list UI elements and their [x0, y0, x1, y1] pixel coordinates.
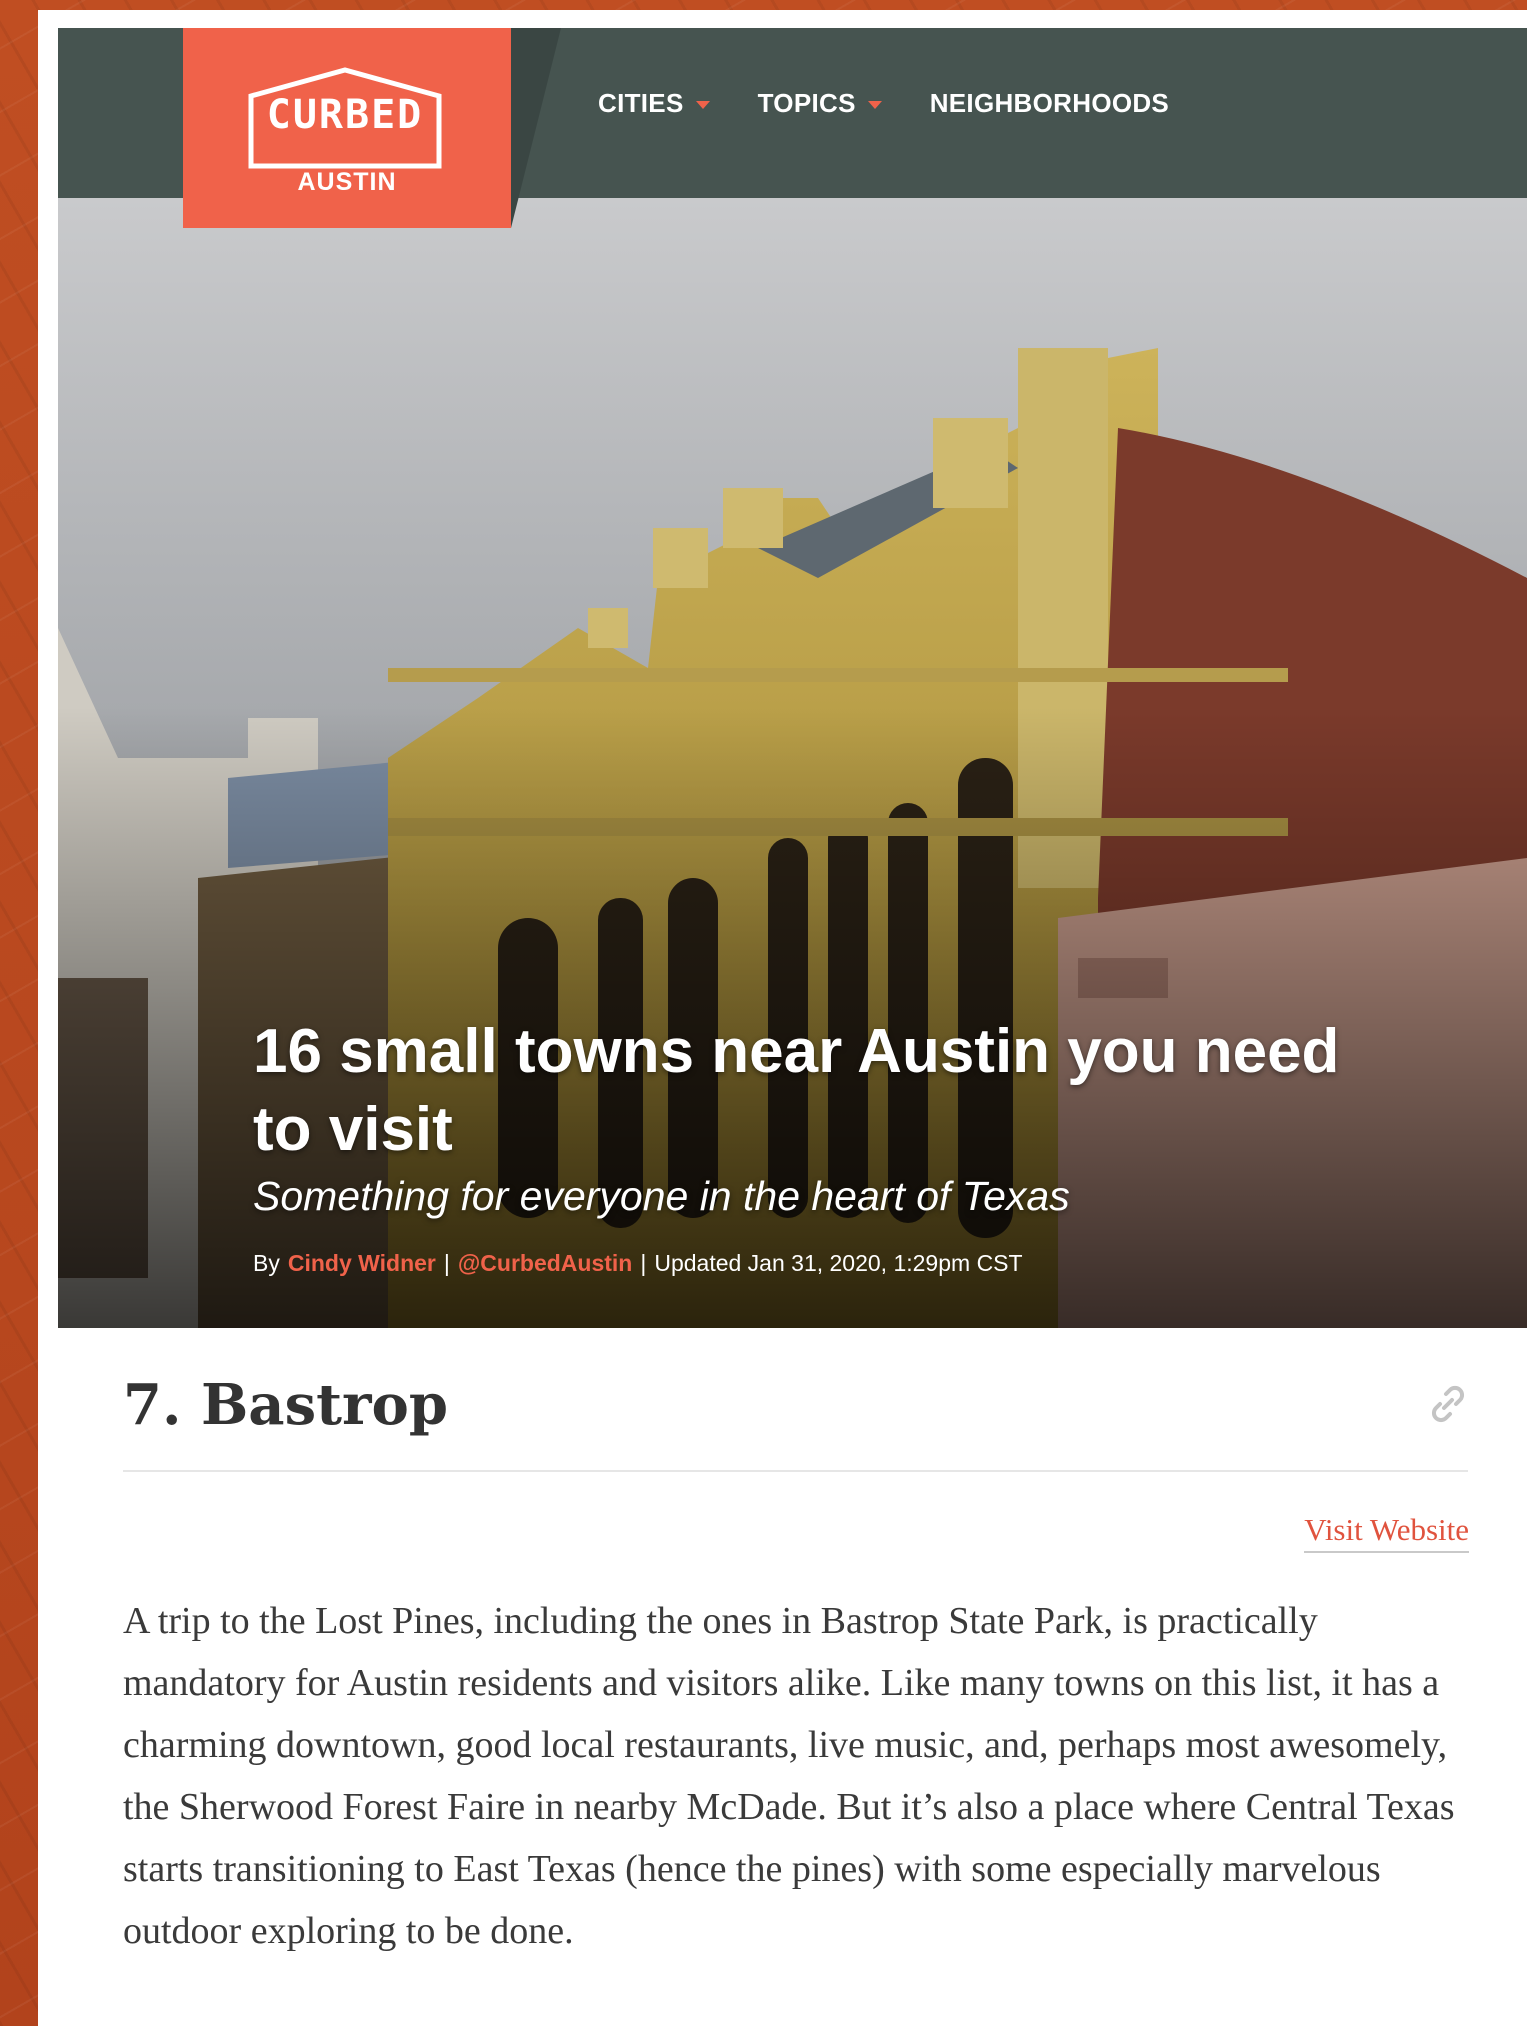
byline-divider: | — [640, 1250, 647, 1276]
twitter-handle-link[interactable]: @CurbedAustin — [458, 1250, 632, 1277]
byline: By Cindy Widner | @CurbedAustin | Update… — [253, 1250, 1023, 1277]
entry-body: A trip to the Lost Pines, including the … — [123, 1600, 1455, 1952]
article-page: CURBED AUSTIN CITIES TOPICS NEIGHBORHOOD… — [38, 10, 1527, 2026]
byline-by: By — [253, 1250, 280, 1276]
link-icon[interactable] — [1426, 1382, 1470, 1426]
logo-city-label: AUSTIN — [297, 168, 397, 196]
entry-divider — [123, 1470, 1468, 1472]
byline-divider: | — [443, 1250, 450, 1276]
nav-cities-label: CITIES — [598, 88, 684, 118]
chevron-down-icon — [695, 101, 710, 109]
main-nav: CITIES TOPICS NEIGHBORHOODS — [598, 88, 1169, 119]
hero-section: 16 small towns near Austin you need to v… — [58, 198, 1527, 1328]
author-link[interactable]: Cindy Widner — [288, 1250, 436, 1277]
entry-title: 7. Bastrop — [123, 1372, 448, 1438]
nav-topics-label: TOPICS — [757, 88, 856, 118]
article-subtitle: Something for everyone in the heart of T… — [253, 1173, 1070, 1219]
chevron-down-icon — [867, 101, 882, 109]
nav-topics[interactable]: TOPICS — [758, 88, 882, 119]
logo-wordmark: CURBED — [266, 92, 424, 138]
nav-neighborhoods-label: NEIGHBORHOODS — [929, 88, 1170, 118]
nav-cities[interactable]: CITIES — [598, 88, 710, 119]
site-logo[interactable]: CURBED AUSTIN — [183, 28, 561, 228]
nav-neighborhoods[interactable]: NEIGHBORHOODS — [930, 88, 1169, 119]
article-title: 16 small towns near Austin you need to v… — [253, 1017, 1340, 1164]
updated-timestamp: Updated Jan 31, 2020, 1:29pm CST — [654, 1250, 1023, 1276]
visit-website-link[interactable]: Visit Website — [1304, 1512, 1469, 1553]
